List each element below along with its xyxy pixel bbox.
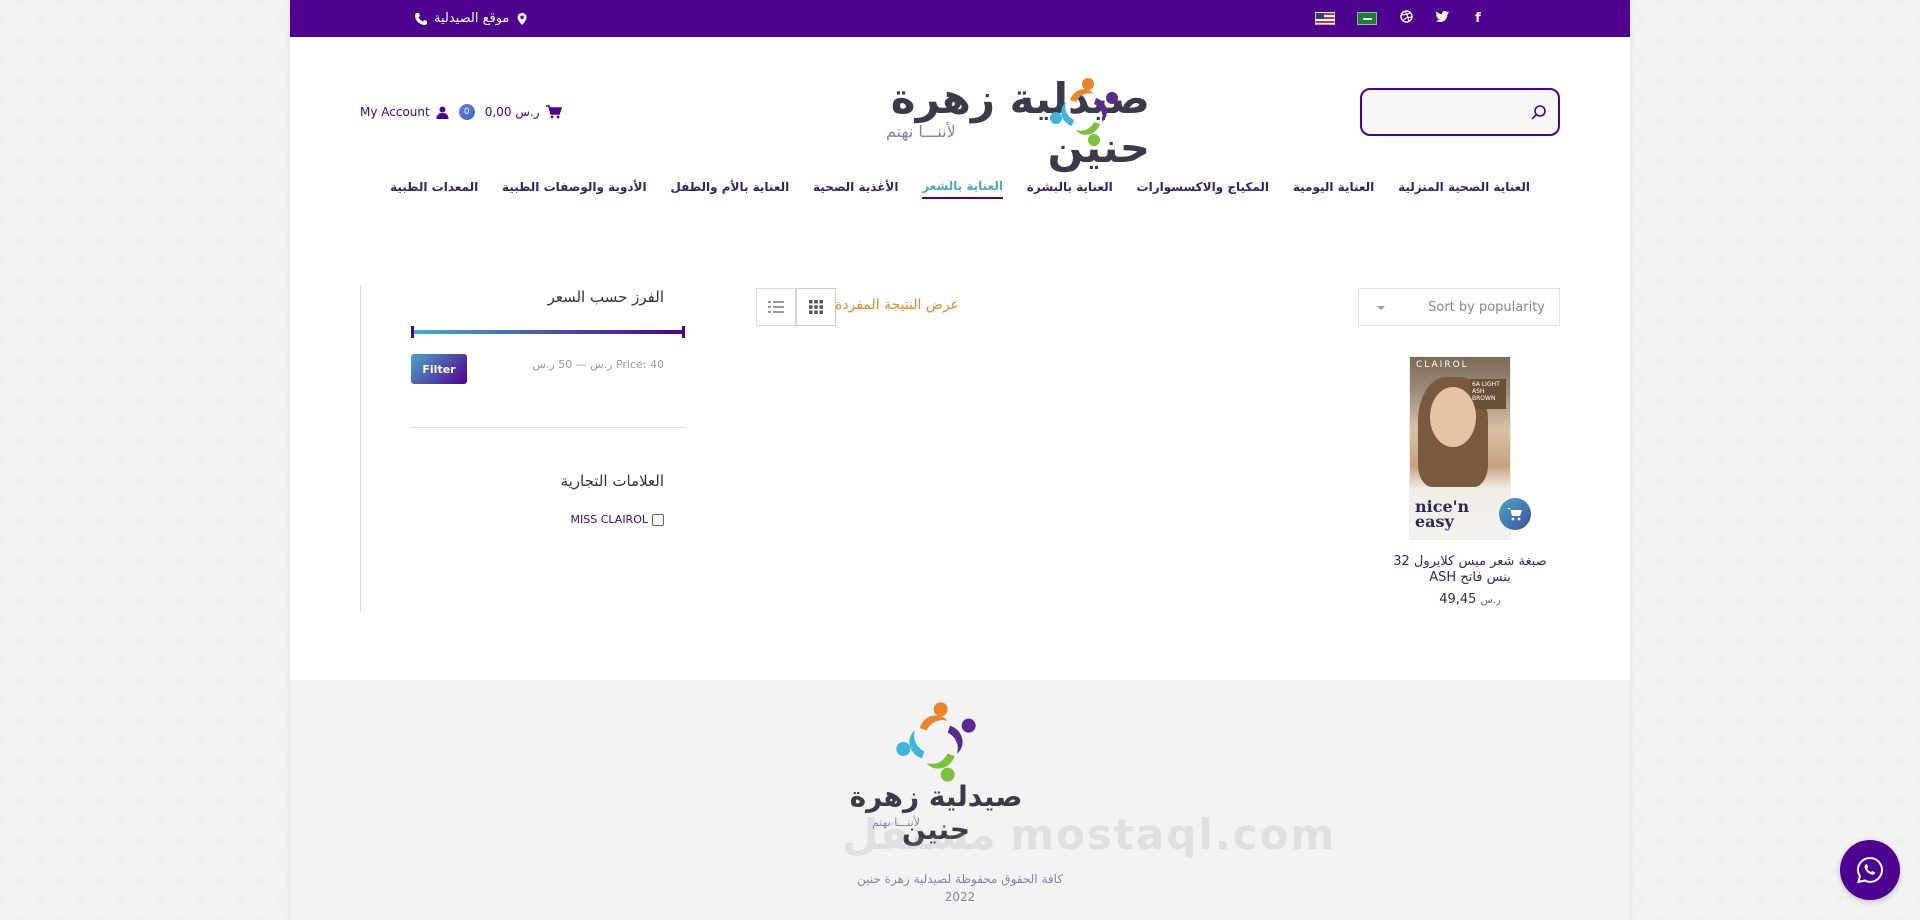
sa-flag-icon[interactable]: [1357, 12, 1377, 25]
price-max-handle[interactable]: [682, 326, 685, 338]
footer-brand-name: صيدلية زهرة حنين: [849, 780, 1024, 846]
brand-filter-miss-clairol[interactable]: MISS CLAIROL: [571, 513, 664, 526]
top-bar: موقع الصيدلية f: [290, 0, 1630, 37]
footer-logo[interactable]: صيدلية زهرة حنين لأننـــا نهتم: [846, 700, 1026, 860]
product-image-brand: CLAIROL: [1416, 360, 1469, 370]
brands-title: العلامات التجارية: [560, 472, 664, 490]
list-view-icon: [768, 301, 784, 313]
facebook-icon[interactable]: f: [1471, 11, 1485, 26]
my-account-link[interactable]: My Account: [360, 105, 449, 119]
price-range-slider[interactable]: [411, 330, 685, 334]
sidebar-divider: [411, 427, 685, 428]
logo-mark-icon: [1050, 78, 1118, 146]
nav-skin-care[interactable]: العناية بالبشرة: [1027, 180, 1113, 198]
nav-healthy-food[interactable]: الأغذية الصحية: [813, 180, 898, 198]
account-cart-area: My Account 0 0,00 ر.س: [360, 100, 562, 124]
filters-sidebar: الفرز حسب السعر Filter Price: 40 ر.س — 5…: [360, 286, 685, 612]
grid-view-icon: [809, 300, 823, 314]
add-to-cart-button[interactable]: [1499, 498, 1531, 530]
nav-hair-care[interactable]: العناية بالشعر: [922, 179, 1003, 199]
nav-mother-baby-care[interactable]: العناية بالأم والطفل: [670, 180, 789, 198]
dribbble-icon[interactable]: [1399, 10, 1413, 27]
cart-count-badge: 0: [458, 104, 475, 120]
brand-label: MISS CLAIROL: [570, 513, 648, 526]
grid-view-button[interactable]: [796, 288, 836, 326]
price-currency: ر.س: [1480, 595, 1501, 606]
nav-medical-equipment[interactable]: المعدات الطبية: [390, 180, 478, 198]
nav-home-healthcare[interactable]: العناية الصحية المنزلية: [1398, 180, 1530, 198]
copyright-line2: 2022: [944, 890, 976, 904]
whatsapp-button[interactable]: [1840, 840, 1900, 900]
phone-icon: [414, 12, 428, 26]
footer-tagline: لأننـــا نهتم: [872, 816, 920, 829]
brand-checkbox[interactable]: [652, 513, 664, 526]
product-title-line2: بنس فاتح ASH: [1429, 570, 1511, 585]
product-image-name: nice'n easy: [1415, 497, 1470, 532]
search-box: [1360, 88, 1560, 136]
sort-dropdown[interactable]: Sort by popularity: [1358, 288, 1560, 326]
product-title-line1: صبغة شعر ميس كلايرول 32: [1393, 554, 1547, 569]
cart-amount: 0,00 ر.س: [484, 105, 540, 119]
whatsapp-icon: [1856, 856, 1884, 884]
cart-link[interactable]: 0,00 ر.س: [485, 105, 562, 119]
nav-medicines-prescriptions[interactable]: الأدوية والوصفات الطبية: [502, 180, 647, 198]
location-label: موقع الصيدلية: [434, 11, 510, 26]
social-links: f: [1315, 0, 1485, 37]
product-title[interactable]: صبغة شعر ميس كلايرول 32 بنس فاتح ASH: [1380, 554, 1560, 586]
copyright-line1: كافة الحقوق محفوظة لصيدلية زهرة حنين: [857, 872, 1063, 886]
page-container: موقع الصيدلية f صيدلية زهرة حنين لأننـــ…: [290, 0, 1630, 920]
price-filter-title: الفرز حسب السعر: [547, 288, 664, 306]
product-image[interactable]: CLAIROL 6A LIGHT ASH BROWN nice'n easy: [1409, 356, 1511, 540]
brand-tagline: لأننـــا نهتم: [886, 122, 956, 141]
logo-mark-icon: [896, 702, 976, 782]
sort-selected-value: Sort by popularity: [1428, 299, 1545, 315]
us-flag-icon[interactable]: [1315, 12, 1335, 25]
twitter-icon[interactable]: [1435, 11, 1449, 26]
price-range-label: Price: 40 ر.س — 50 ر.س: [532, 358, 664, 371]
location-pin-icon: [515, 12, 529, 26]
view-toggle: [756, 288, 836, 326]
cart-icon: [1507, 508, 1522, 521]
filter-button[interactable]: Filter: [411, 354, 467, 384]
site-logo[interactable]: صيدلية زهرة حنين لأننـــا نهتم: [780, 74, 1151, 172]
chevron-down-icon: [1377, 306, 1385, 310]
price-min-handle[interactable]: [411, 326, 414, 338]
product-price: 49,45 ر.س: [1380, 592, 1560, 607]
price-value: 49,45: [1439, 592, 1477, 607]
nav-daily-care[interactable]: العناية اليومية: [1293, 180, 1374, 198]
result-count: عرض النتيجة المفردة: [835, 297, 959, 313]
cart-icon: [545, 105, 562, 119]
user-icon: [436, 106, 449, 119]
pharmacy-location-link[interactable]: موقع الصيدلية: [414, 0, 529, 37]
nav-makeup-accessories[interactable]: المكياج والاكسسوارات: [1137, 180, 1270, 198]
product-image-shade: 6A LIGHT ASH BROWN: [1470, 379, 1506, 409]
search-input[interactable]: [1362, 90, 1558, 134]
list-view-button[interactable]: [756, 288, 796, 326]
product-image-face: [1430, 387, 1476, 447]
search-icon[interactable]: [1530, 103, 1548, 121]
main-navigation: المعدات الطبية الأدوية والوصفات الطبية ا…: [390, 178, 1530, 200]
site-footer: صيدلية زهرة حنين لأننـــا نهتم مستقل mos…: [290, 680, 1630, 920]
account-label: My Account: [360, 105, 430, 119]
copyright: كافة الحقوق محفوظة لصيدلية زهرة حنين 202…: [710, 870, 1210, 906]
